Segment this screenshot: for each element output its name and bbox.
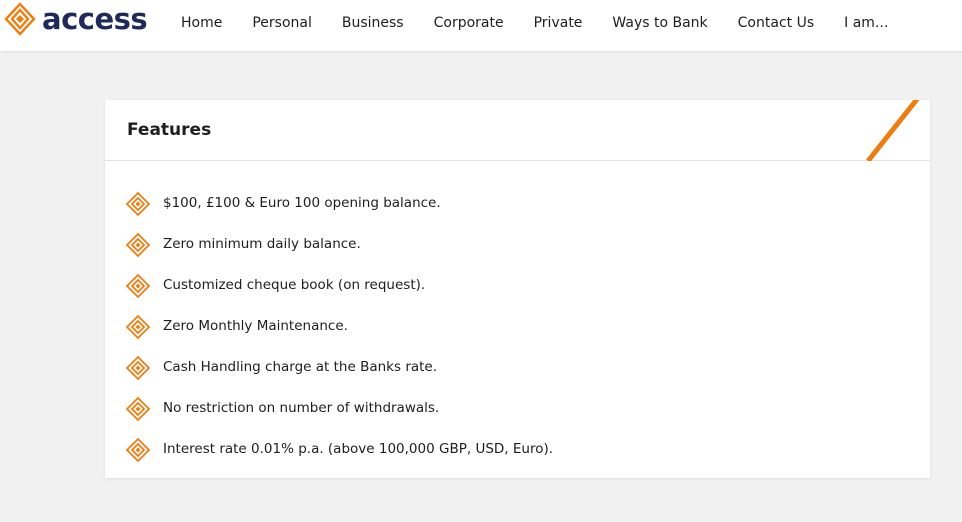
orange-diamond-bullet-icon xyxy=(125,232,151,257)
feature-item: Zero Monthly Maintenance. xyxy=(125,306,553,347)
feature-item: Interest rate 0.01% p.a. (above 100,000 … xyxy=(125,429,553,470)
feature-item: Cash Handling charge at the Banks rate. xyxy=(125,347,553,388)
orange-diamond-bullet-icon xyxy=(125,273,151,298)
feature-text: Cash Handling charge at the Banks rate. xyxy=(163,358,438,375)
nav-item-home[interactable]: Home xyxy=(181,14,222,32)
features-title: Features xyxy=(127,120,212,140)
feature-item: Zero minimum daily balance. xyxy=(125,224,553,265)
feature-text: No restriction on number of withdrawals. xyxy=(163,399,440,416)
access-diamond-logo-icon xyxy=(4,2,36,36)
feature-text: Customized cheque book (on request). xyxy=(163,276,426,293)
features-list: $100, £100 & Euro 100 opening balance. Z… xyxy=(125,183,553,470)
orange-diamond-bullet-icon xyxy=(125,355,151,380)
nav-item-corporate[interactable]: Corporate xyxy=(434,14,504,32)
feature-item: $100, £100 & Euro 100 opening balance. xyxy=(125,183,553,224)
feature-text: Interest rate 0.01% p.a. (above 100,000 … xyxy=(163,440,554,457)
brand-name: access xyxy=(42,2,148,36)
orange-corner-stripe-decoration xyxy=(866,100,920,161)
nav-item-contact-us[interactable]: Contact Us xyxy=(738,14,814,32)
feature-item: No restriction on number of withdrawals. xyxy=(125,388,553,429)
feature-item: Customized cheque book (on request). xyxy=(125,265,553,306)
main-nav: Home Personal Business Corporate Private… xyxy=(181,14,918,32)
orange-diamond-bullet-icon xyxy=(125,396,151,421)
feature-text: $100, £100 & Euro 100 opening balance. xyxy=(163,194,441,211)
nav-item-personal[interactable]: Personal xyxy=(252,14,312,32)
orange-diamond-bullet-icon xyxy=(125,437,151,462)
nav-item-private[interactable]: Private xyxy=(534,14,583,32)
feature-text: Zero Monthly Maintenance. xyxy=(163,317,348,334)
nav-item-business[interactable]: Business xyxy=(342,14,404,32)
orange-diamond-bullet-icon xyxy=(125,314,151,339)
nav-item-ways-to-bank[interactable]: Ways to Bank xyxy=(612,14,707,32)
access-logo-link[interactable]: access xyxy=(4,2,148,36)
feature-text: Zero minimum daily balance. xyxy=(163,235,361,252)
features-card: Features $100, £100 & Euro 100 opening b… xyxy=(105,100,930,478)
nav-item-i-am[interactable]: I am... xyxy=(844,14,888,32)
orange-diamond-bullet-icon xyxy=(125,191,151,216)
top-navigation-bar: access Home Personal Business Corporate … xyxy=(0,0,962,51)
features-card-header: Features xyxy=(105,100,930,161)
